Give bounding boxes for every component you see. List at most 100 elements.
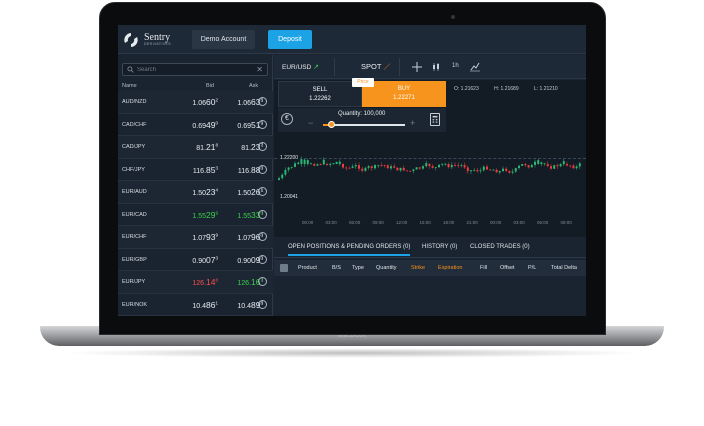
info-icon[interactable]: i [258,254,267,264]
candle-body [418,167,421,169]
decrease-quantity-button[interactable]: − [308,118,313,128]
tab-closed-trades[interactable]: CLOSED TRADES (0) [470,244,530,250]
quantity-slider-thumb[interactable] [328,121,336,128]
demo-account-button[interactable]: Demo Account [192,30,255,49]
ask-price-prefix: 1.55 [237,212,252,220]
bid-price[interactable]: 0.90073 [178,255,218,265]
info-icon[interactable]: i [258,232,267,241]
bid-price[interactable]: 81.218 [178,142,218,152]
low-value: L: 1.21210 [534,86,558,92]
calculator-icon[interactable] [430,113,440,126]
x-axis-tick: 12:00 [396,220,408,225]
ask-price-prefix: 0.90 [237,257,252,265]
timeframe-selector[interactable]: 1h [452,63,459,69]
bid-price[interactable]: 116.853 [178,165,218,175]
ask-price[interactable]: 10.4898 [223,300,263,310]
info-icon[interactable]: i [258,164,267,174]
instrument-row[interactable]: CHF/JPY 116.853 116.880 i [118,159,273,181]
ask-price[interactable]: 0.69519 [223,120,263,130]
instrument-selector[interactable]: EUR/USD ↗ [282,63,319,71]
instrument-row[interactable]: AUD/NZD 1.06602 1.06635 i [118,91,273,114]
currency-icon[interactable]: € [281,113,293,125]
column-buy-sell: B/S [332,265,341,271]
candle-body [310,163,312,165]
ask-price[interactable]: 1.07960 [223,232,263,242]
candle-body [466,167,469,172]
ask-price[interactable]: 0.90090 [223,255,263,265]
instrument-row[interactable]: EUR/AUD 1.50234 1.50261 i [118,181,273,204]
column-total-delta: Total Delta [551,265,577,271]
ask-price[interactable]: 126.167 [223,277,263,287]
info-icon[interactable]: i [258,277,267,286]
instrument-row[interactable]: EUR/NOK 10.4861 10.4898 i [118,294,273,316]
tab-history[interactable]: HISTORY (0) [422,244,457,250]
bid-price[interactable]: 1.06602 [178,97,218,107]
info-icon[interactable]: i [258,119,267,129]
ask-price[interactable]: 1.06635 [223,97,263,107]
instrument-row[interactable]: EUR/CHF 1.07939 1.07960 i [118,226,273,249]
top-bar: Sentry DERIVATIVES Demo Account Deposit [118,25,586,54]
candle-body [383,165,386,166]
candle-body [556,165,559,167]
laptop-shadow [60,348,644,358]
bid-price[interactable]: 10.4861 [178,300,218,310]
clear-search-icon[interactable]: ✕ [256,65,263,74]
candles-icon[interactable] [432,63,441,71]
divider [334,58,335,76]
candle-body [329,163,332,165]
x-axis-tick: 06:00 [349,220,361,225]
candle-body [300,159,303,164]
candle-body [511,171,514,173]
tab-open-positions[interactable]: OPEN POSITIONS & PENDING ORDERS (0) [288,244,411,256]
indicators-icon[interactable] [470,62,480,72]
candle-body [569,165,572,167]
column-fill: Fill [480,265,488,271]
info-icon[interactable]: i [258,209,267,219]
candle-body [338,161,341,164]
bid-price-prefix: 0.69 [192,122,207,130]
instrument-row[interactable]: CAD/CHF 0.69490 0.69519 i [118,114,273,136]
bid-price-fraction: 3 [215,255,218,261]
candle-body [290,166,293,168]
logo: Sentry DERIVATIVES [122,31,184,49]
bid-price[interactable]: 126.148 [178,277,218,287]
x-axis-tick: 00:00 [302,220,314,225]
crosshair-icon[interactable] [412,62,422,72]
instrument-row[interactable]: EUR/GBP 0.90073 0.90090 i [118,249,273,271]
info-icon[interactable]: i [258,142,267,151]
instrument-row[interactable]: EUR/CAD 1.55299 1.55330 i [118,204,273,226]
candle-body [306,160,309,164]
instrument-row[interactable]: CAD/JPY 81.218 81.237 i [118,136,273,159]
candle-body [447,164,450,168]
ask-price[interactable]: 1.55330 [223,210,263,220]
ask-price[interactable]: 116.880 [223,165,263,175]
column-strike: Strike [411,265,426,271]
price-chart[interactable]: 1.22200 1.20041 00:00 03:00 06:00 09:00 12:0… [274,78,586,237]
bid-price[interactable]: 0.69490 [178,120,218,130]
ask-price[interactable]: 1.50261 [223,187,263,197]
candle-body [287,167,290,170]
ask-price[interactable]: 81.237 [223,142,263,152]
increase-quantity-button[interactable]: + [410,118,415,128]
price-level-line [274,158,586,159]
instrument-symbol: CHF/JPY [122,166,145,173]
bid-price[interactable]: 1.55299 [178,210,218,220]
candle-body [377,165,380,166]
buy-button[interactable]: BUY 1.22271 [362,81,446,107]
ask-price-prefix: 116. [237,167,252,175]
deposit-button[interactable]: Deposit [268,30,312,49]
sell-button[interactable]: SELL 1.22262 [278,81,362,107]
bid-price[interactable]: 1.07939 [178,232,218,242]
instrument-row[interactable]: EUR/JPY 126.148 126.167 i [118,271,273,294]
spot-selector[interactable]: SPOT ／ [361,62,390,72]
search-input[interactable] [137,65,255,75]
bid-price[interactable]: 1.50234 [178,187,218,197]
info-icon[interactable]: i [258,187,267,196]
instrument-symbol: AUD/NZD [122,99,147,105]
info-icon[interactable]: i [258,299,267,309]
info-icon[interactable]: i [258,97,267,106]
select-all-checkbox[interactable] [280,264,288,272]
bid-price-fraction: 0 [215,120,218,126]
candle-body [409,170,412,172]
quantity-slider[interactable] [323,121,405,128]
